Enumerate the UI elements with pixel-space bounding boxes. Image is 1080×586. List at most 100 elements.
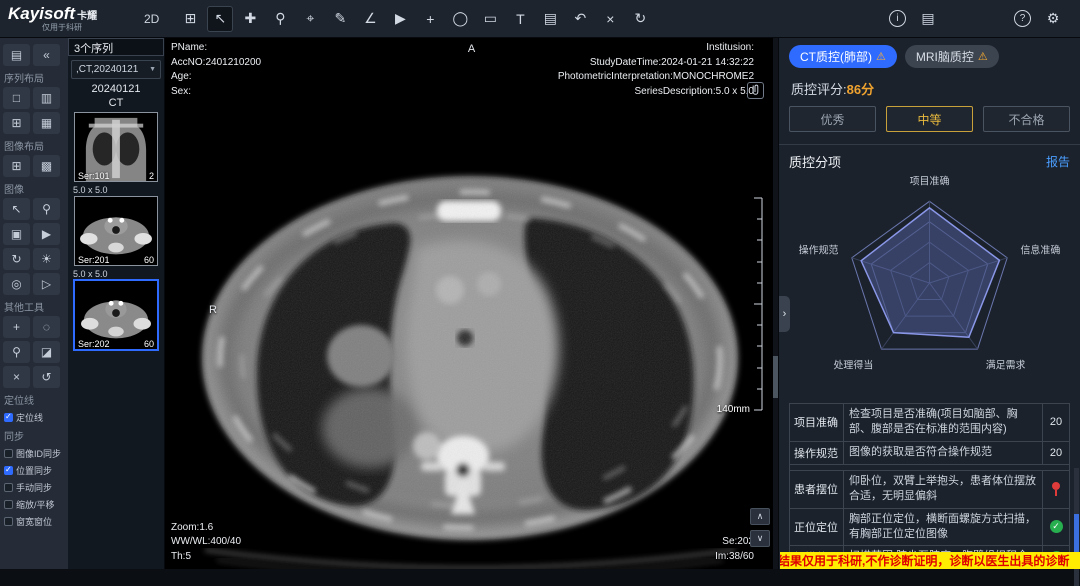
zoom-pan-sync-checkbox[interactable]: 缩放/平移 bbox=[4, 498, 64, 511]
thumbnail-scout[interactable]: Ser:101 2 bbox=[74, 112, 158, 182]
layout-2x2-icon[interactable]: ⊞ bbox=[3, 112, 30, 134]
thumbnail-series-201[interactable]: Ser:201 60 bbox=[74, 196, 158, 266]
criterion-score bbox=[1043, 471, 1069, 508]
delete-icon[interactable]: × bbox=[3, 366, 30, 388]
cine-play-icon[interactable]: ▷ bbox=[33, 273, 60, 295]
grid-3x3-icon[interactable]: ▩ bbox=[33, 155, 60, 177]
qc-panel: › CT质控(肺部)⚠ MRI脑质控⚠ 质控评分:86分 优秀中等不合格 质控分项… bbox=[778, 38, 1080, 569]
group-label-image-tools: 图像 bbox=[4, 181, 64, 196]
locator-line-checkbox[interactable]: 定位线 bbox=[4, 411, 64, 424]
tool-sidebar: ▤«序列布局□▥⊞▦图像布局⊞▩图像↖⚲▣▶↻☀◎▷其他工具+◌⚲◪×↺定位线定… bbox=[0, 38, 68, 569]
report-link[interactable]: 报告 bbox=[1046, 153, 1070, 170]
collapse-icon[interactable]: « bbox=[33, 44, 60, 66]
grade-medium-button[interactable]: 中等 bbox=[886, 106, 973, 132]
magnify-report-icon[interactable]: ⚲ bbox=[3, 341, 30, 363]
info-icon[interactable]: i bbox=[889, 10, 906, 27]
magnifier-icon[interactable]: ⚲ bbox=[33, 198, 60, 220]
criterion-score: ✓ bbox=[1043, 509, 1069, 546]
send-icon[interactable]: ▶ bbox=[33, 223, 60, 245]
criterion-desc: 仰卧位，双臂上举抱头，患者体位摆放合适，无明显偏斜 bbox=[844, 471, 1043, 508]
series-layout-icon[interactable]: ⊞ bbox=[177, 6, 203, 32]
overlay-series-info: Se:202Im:38/60 bbox=[715, 535, 754, 564]
panel-expand-handle[interactable]: › bbox=[779, 296, 790, 332]
checkbox-label: 位置同步 bbox=[16, 464, 52, 477]
grid-2x2-icon[interactable]: ⊞ bbox=[3, 155, 30, 177]
checkbox-box[interactable] bbox=[4, 413, 13, 422]
reset-icon[interactable]: ↻ bbox=[627, 6, 653, 32]
fail-icon bbox=[1052, 482, 1060, 490]
pass-icon: ✓ bbox=[1050, 520, 1063, 533]
image-id-sync-checkbox[interactable]: 图像ID同步 bbox=[4, 447, 64, 460]
radar-label: 处理得当 bbox=[833, 358, 873, 371]
text-annotation-icon[interactable]: T bbox=[507, 6, 533, 32]
settings-icon[interactable]: ⚙ bbox=[1040, 6, 1066, 32]
help-icon[interactable]: ? bbox=[1014, 10, 1031, 27]
thumbnail-series-202[interactable]: Ser:202 60 bbox=[74, 280, 158, 350]
target-icon[interactable]: ◎ bbox=[3, 273, 30, 295]
criterion-score: 20 bbox=[1043, 442, 1069, 464]
top-toolbar: Kayisoft卡耀 仅用于科研 2D ⊞↖✚⚲⌖✎∠▶+◯▭T▤↶×↻ i▤ … bbox=[0, 0, 1080, 38]
checkbox-box[interactable] bbox=[4, 466, 13, 475]
series-panel: 3个序列 ,CT,20240121 ▼ 20240121 CT bbox=[68, 38, 165, 569]
layout-1x2-icon[interactable]: ▥ bbox=[33, 87, 60, 109]
tab-label: CT质控(肺部) bbox=[800, 48, 872, 65]
layout-3x3-icon[interactable]: ▦ bbox=[33, 112, 60, 134]
grade-excellent-button[interactable]: 优秀 bbox=[789, 106, 876, 132]
series-group: 20240121 CT Ser:101 2 bbox=[68, 83, 164, 182]
ruler-icon[interactable]: ✎ bbox=[327, 6, 353, 32]
image-viewer[interactable]: PName:AccNO:2401210200Age:Sex: Institusi… bbox=[165, 38, 778, 569]
ellipse-roi-icon[interactable]: ◯ bbox=[447, 6, 473, 32]
brightness-icon[interactable]: ☀ bbox=[33, 248, 60, 270]
cursor-icon[interactable]: ↖ bbox=[207, 6, 233, 32]
checkbox-box[interactable] bbox=[4, 483, 13, 492]
panel-icon[interactable]: ▤ bbox=[3, 44, 30, 66]
scroll-down-button[interactable]: ∨ bbox=[750, 530, 770, 547]
window-sync-checkbox[interactable]: 窗宽窗位 bbox=[4, 515, 64, 528]
position-sync-checkbox[interactable]: 位置同步 bbox=[4, 464, 64, 477]
tab-mri-brain-qc[interactable]: MRI脑质控⚠ bbox=[905, 45, 999, 68]
undo-icon[interactable]: ↶ bbox=[567, 6, 593, 32]
overlay-line: Se:202 bbox=[715, 535, 754, 550]
localizer-icon[interactable]: ⌖ bbox=[297, 6, 323, 32]
toolbar-far-icon-group: ?⚙ bbox=[1007, 6, 1068, 32]
pan-icon[interactable]: ✚ bbox=[237, 6, 263, 32]
probe-icon[interactable]: ▶ bbox=[387, 6, 413, 32]
layout-1x1-icon[interactable]: □ bbox=[3, 87, 30, 109]
zoom-icon[interactable]: ⚲ bbox=[267, 6, 293, 32]
study-select[interactable]: ,CT,20240121 ▼ bbox=[71, 60, 161, 79]
reset-icon[interactable]: ↺ bbox=[33, 366, 60, 388]
delete-icon[interactable]: × bbox=[597, 6, 623, 32]
checkbox-box[interactable] bbox=[4, 500, 13, 509]
cursor-icon[interactable]: ↖ bbox=[3, 198, 30, 220]
scroll-up-button[interactable]: ∧ bbox=[750, 508, 770, 525]
overlay-line: Th:5 bbox=[171, 550, 241, 565]
attachment-button[interactable] bbox=[747, 82, 764, 99]
grade-fail-button[interactable]: 不合格 bbox=[983, 106, 1070, 132]
report-doc-icon[interactable]: ▤ bbox=[915, 6, 941, 32]
add-annotation-icon[interactable]: + bbox=[417, 6, 443, 32]
manual-sync-checkbox[interactable]: 手动同步 bbox=[4, 481, 64, 494]
angle-icon[interactable]: ∠ bbox=[357, 6, 383, 32]
add-icon[interactable]: + bbox=[3, 316, 30, 338]
tab-ct-lung-qc[interactable]: CT质控(肺部)⚠ bbox=[789, 45, 897, 68]
section-label-sync: 同步 bbox=[4, 428, 64, 443]
study-modality: CT bbox=[68, 97, 164, 111]
comment-icon[interactable]: ◌ bbox=[33, 316, 60, 338]
overlay-line: PhotometricInterpretation:MONOCHROME2 bbox=[558, 70, 754, 85]
checkbox-box[interactable] bbox=[4, 517, 13, 526]
rotate-icon[interactable]: ↻ bbox=[3, 248, 30, 270]
checkbox-box[interactable] bbox=[4, 449, 13, 458]
qc-score-row: 质控评分:86分 bbox=[791, 79, 1068, 98]
logo-subtitle: 仅用于科研 bbox=[42, 24, 140, 32]
qc-row-project-accuracy: 项目准确检查项目是否准确(项目如脑部、胸部、腹部是否在标准的范围内容)20 bbox=[790, 404, 1069, 442]
orientation-right-label: R bbox=[209, 304, 217, 316]
rect-roi-icon[interactable]: ▭ bbox=[477, 6, 503, 32]
copy-icon[interactable]: ▣ bbox=[3, 223, 30, 245]
logo: Kayisoft卡耀 仅用于科研 bbox=[8, 5, 140, 32]
eraser-icon[interactable]: ◪ bbox=[33, 341, 60, 363]
group-label-series-layout: 序列布局 bbox=[4, 70, 64, 85]
radar-label: 项目准确 bbox=[910, 174, 950, 187]
criterion-score: 20 bbox=[1043, 404, 1069, 441]
subscores-title: 质控分项 bbox=[789, 152, 841, 171]
note-icon[interactable]: ▤ bbox=[537, 6, 563, 32]
